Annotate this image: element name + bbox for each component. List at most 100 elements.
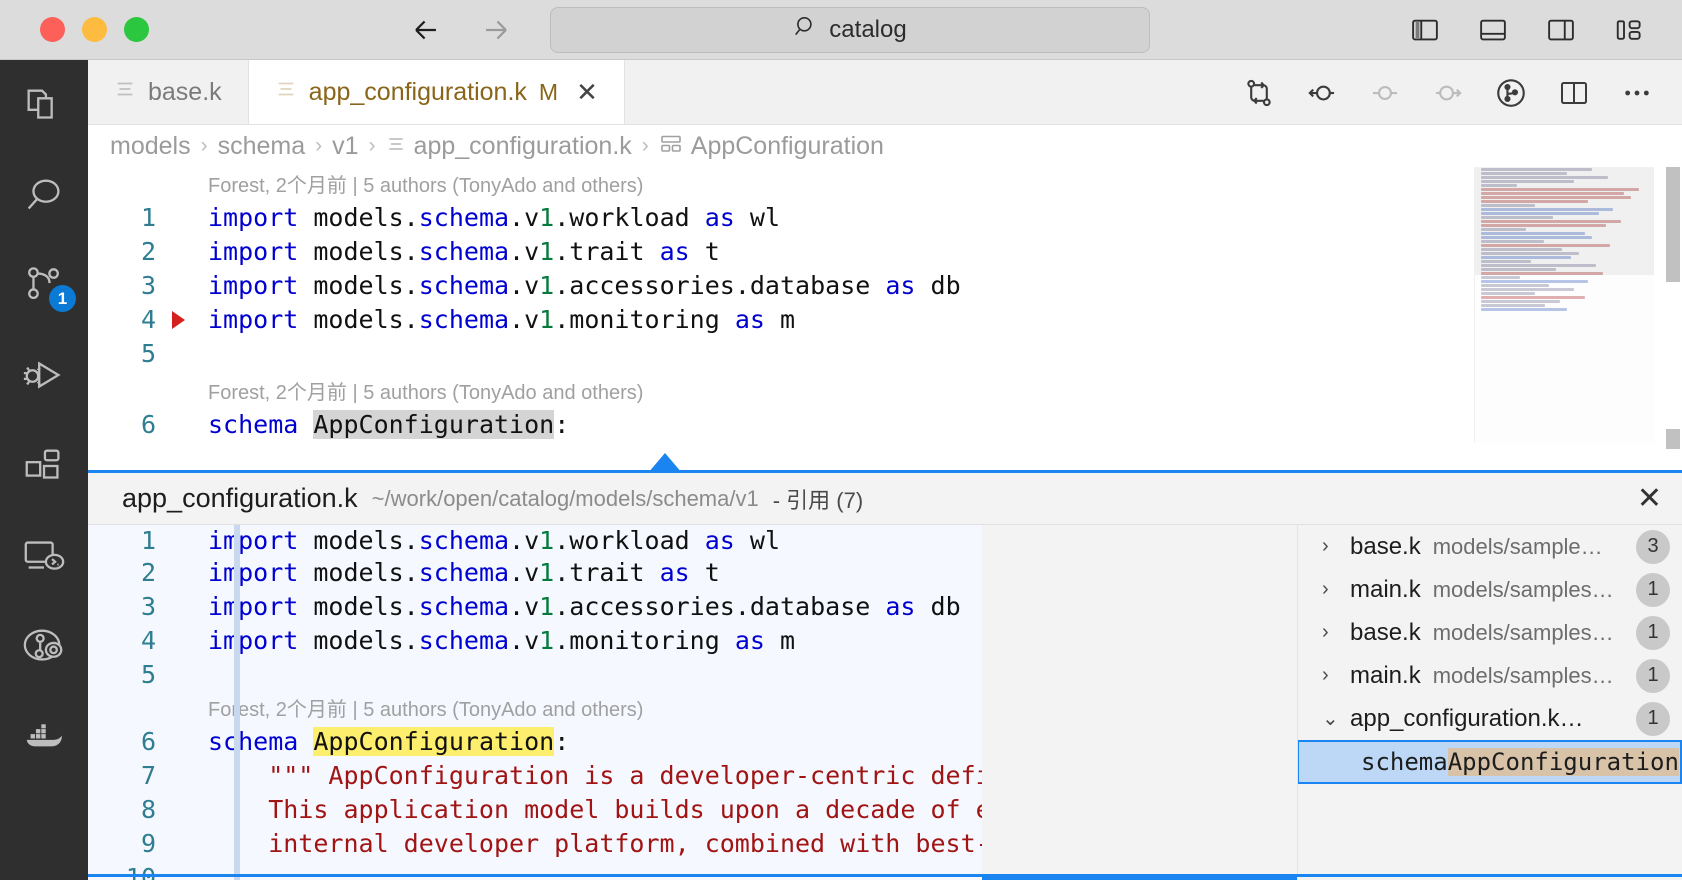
breadcrumb-item-symbol[interactable]: AppConfiguration [659, 132, 884, 161]
peek-reference-count: - 引用 (7) [773, 483, 863, 515]
split-editor-icon[interactable] [1555, 74, 1593, 112]
extensions-icon [21, 443, 67, 494]
line-number: 6 [88, 727, 170, 756]
sidebar-item-docker[interactable] [18, 712, 70, 764]
line-number: 1 [88, 203, 170, 232]
scrollbar-thumb[interactable] [1666, 167, 1680, 282]
editor-action-bar [1240, 60, 1656, 125]
code-line: 6 schema AppConfiguration: [88, 724, 982, 758]
previous-change-icon[interactable] [1303, 74, 1341, 112]
breadcrumb-item-file[interactable]: app_configuration.k [386, 132, 632, 161]
minimap[interactable] [1474, 167, 1654, 443]
code-line-text: import models.schema.v1.monitoring as m [198, 305, 795, 334]
search-icon [21, 173, 67, 224]
sidebar-item-remote-explorer[interactable] [18, 532, 70, 584]
line-number: 2 [88, 558, 170, 587]
reference-file-row[interactable]: › main.k models/samples… 1 [1298, 654, 1682, 697]
code-line: 5 [88, 657, 982, 691]
file-k-icon [114, 78, 136, 107]
docker-whale-icon [21, 713, 67, 764]
tab-base-k[interactable]: base.k [88, 60, 249, 124]
git-lens-icon [21, 623, 67, 674]
chevron-right-icon[interactable]: › [1322, 535, 1338, 558]
code-line: 4 import models.schema.v1.monitoring as … [88, 302, 1682, 336]
code-line-text: import models.schema.v1.accessories.data… [198, 592, 961, 621]
layout-controls [1408, 13, 1646, 47]
git-commit-icon[interactable] [1492, 74, 1530, 112]
forward-arrow-icon[interactable] [479, 13, 513, 47]
code-line-text: import models.schema.v1.trait as t [198, 558, 720, 587]
code-line: 7 """ AppConfiguration is a developer-ce… [88, 758, 982, 792]
change-marker-icon[interactable] [1366, 74, 1404, 112]
sidebar-item-search[interactable] [18, 172, 70, 224]
reference-match-selected[interactable]: schema AppConfiguration: [1297, 740, 1682, 784]
match-prefix: schema [1361, 748, 1448, 776]
minimap-slider[interactable] [1475, 167, 1654, 275]
tab-close-button[interactable]: ✕ [576, 79, 598, 105]
tab-label: app_configuration.k [309, 78, 527, 107]
peek-file-title: app_configuration.k [122, 483, 358, 514]
reference-file-row[interactable]: › base.k models/sample… 3 [1298, 525, 1682, 568]
breadcrumb-item-v1[interactable]: v1 [332, 132, 358, 161]
code-line-text: import models.schema.v1.monitoring as m [198, 626, 795, 655]
editor-code-area: Forest, 2个月前 | 5 authors (TonyAdo and ot… [88, 167, 1682, 441]
search-input-value: catalog [829, 16, 906, 44]
chevron-right-icon[interactable]: › [1322, 578, 1338, 601]
scrollbar-thumb-secondary[interactable] [1666, 429, 1680, 449]
code-line: 10 [88, 860, 982, 880]
breakpoint-marker-icon[interactable] [172, 311, 185, 329]
code-line-text: import models.schema.v1.accessories.data… [198, 271, 961, 300]
reference-file-name: main.k [1350, 662, 1421, 690]
sidebar-item-explorer[interactable] [18, 82, 70, 134]
remote-explorer-icon [21, 533, 67, 584]
more-actions-icon[interactable] [1618, 74, 1656, 112]
compare-changes-icon[interactable] [1240, 74, 1278, 112]
search-input[interactable]: catalog [550, 7, 1150, 53]
sidebar-item-run-and-debug[interactable] [18, 352, 70, 404]
reference-file-path: models/samples… [1433, 577, 1614, 603]
toggle-secondary-sidebar-icon[interactable] [1544, 13, 1578, 47]
sidebar-item-source-control[interactable]: 1 [18, 262, 70, 314]
sidebar-item-git-graph[interactable] [18, 622, 70, 674]
back-arrow-icon[interactable] [409, 13, 443, 47]
chevron-down-icon[interactable]: ⌄ [1322, 706, 1338, 731]
editor-tab-bar: base.k app_configuration.k M ✕ [88, 60, 1682, 125]
minimize-window-button[interactable] [82, 17, 107, 42]
maximize-window-button[interactable] [124, 17, 149, 42]
tab-app-configuration-k[interactable]: app_configuration.k M ✕ [249, 60, 625, 124]
code-line-text: import models.schema.v1.workload as wl [198, 526, 780, 555]
file-k-icon [275, 78, 297, 107]
close-window-button[interactable] [40, 17, 65, 42]
code-line: 2 import models.schema.v1.trait as t [88, 234, 1682, 268]
customize-layout-icon[interactable] [1612, 13, 1646, 47]
reference-count-badge: 1 [1636, 573, 1670, 607]
peek-close-button[interactable]: ✕ [1637, 484, 1662, 514]
peek-references-list[interactable]: › base.k models/sample… 3 › main.k model… [1297, 525, 1682, 880]
toggle-panel-icon[interactable] [1476, 13, 1510, 47]
file-k-icon [386, 132, 406, 161]
code-line: 2 import models.schema.v1.trait as t [88, 555, 982, 589]
reference-file-path: models/samples… [1433, 663, 1614, 689]
tab-dirty-indicator: M [539, 79, 558, 106]
breadcrumb-item-schema[interactable]: schema [218, 132, 306, 161]
breadcrumb-item-models[interactable]: models [110, 132, 191, 161]
reference-file-row[interactable]: › main.k models/samples… 1 [1298, 568, 1682, 611]
reference-file-name: base.k [1350, 533, 1421, 561]
chevron-right-icon[interactable]: › [1322, 664, 1338, 687]
toggle-primary-sidebar-icon[interactable] [1408, 13, 1442, 47]
reference-count-badge: 1 [1636, 616, 1670, 650]
sidebar-item-extensions[interactable] [18, 442, 70, 494]
breadcrumb-separator: › [201, 134, 208, 158]
code-line-text: schema AppConfiguration: [198, 410, 569, 439]
peek-references-view: app_configuration.k ~/work/open/catalog/… [88, 470, 1682, 880]
chevron-right-icon[interactable]: › [1322, 621, 1338, 644]
search-icon [793, 14, 819, 45]
reference-file-row[interactable]: › base.k models/samples… 1 [1298, 611, 1682, 654]
vscode-window: catalog [0, 0, 1682, 880]
reference-file-row-expanded[interactable]: ⌄ app_configuration.k… 1 [1298, 697, 1682, 740]
window-controls [40, 17, 149, 42]
breadcrumb-symbol-label: AppConfiguration [691, 132, 884, 161]
activity-bar: 1 [0, 60, 88, 880]
next-change-icon[interactable] [1429, 74, 1467, 112]
peek-code-preview[interactable]: 1 import models.schema.v1.workload as wl… [88, 525, 982, 880]
